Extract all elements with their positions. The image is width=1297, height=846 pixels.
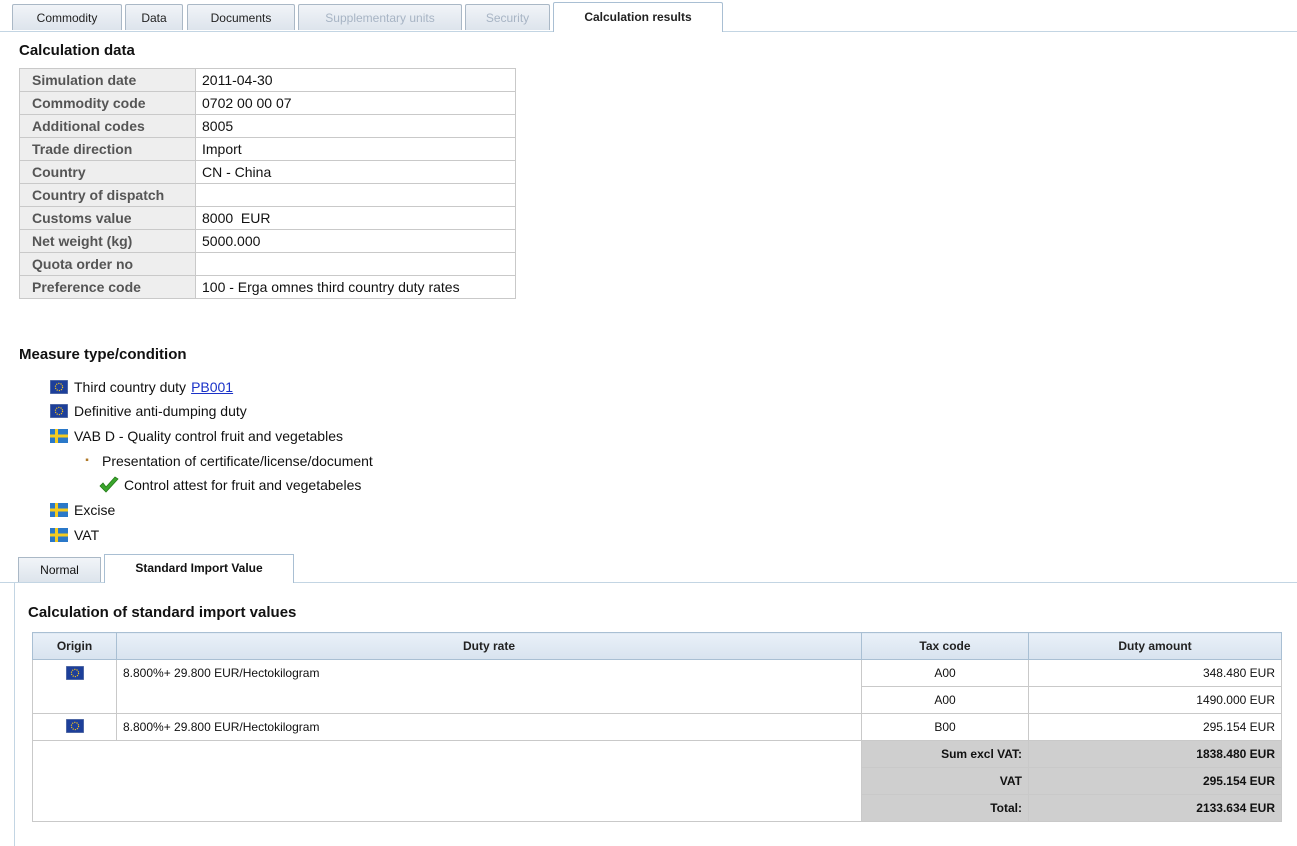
row-value: Import xyxy=(195,137,516,161)
table-row: Commodity code 0702 00 00 07 xyxy=(19,91,516,115)
tab-data[interactable]: Data xyxy=(125,4,183,30)
tax-code-cell: A00 xyxy=(861,686,1029,714)
duty-amount-cell: 348.480 EUR xyxy=(1028,659,1282,687)
totals-spacer xyxy=(32,740,862,822)
row-key: Trade direction xyxy=(19,137,196,161)
calculation-data-heading: Calculation data xyxy=(19,42,135,59)
measure-label: VAT xyxy=(74,527,100,543)
condition-label: Presentation of certificate/license/docu… xyxy=(102,453,373,469)
row-key: Simulation date xyxy=(19,68,196,92)
measure-label: Definitive anti-dumping duty xyxy=(74,403,247,419)
row-value xyxy=(195,183,516,207)
row-key: Preference code xyxy=(19,275,196,299)
standard-import-values-table: Origin Duty rate Tax code Duty amount 8.… xyxy=(32,632,1282,822)
tab-commodity[interactable]: Commodity xyxy=(12,4,122,30)
panel-left-border xyxy=(14,582,15,846)
duty-rate-cell: 8.800%+ 29.800 EUR/Hectokilogram xyxy=(116,713,862,741)
tax-code-cell: B00 xyxy=(861,713,1029,741)
measure-item: Third country duty PB001 xyxy=(50,377,233,397)
row-key: Net weight (kg) xyxy=(19,229,196,253)
main-tab-bar: Commodity Data Documents Supplementary u… xyxy=(0,0,1297,32)
table-row: Preference code 100 - Erga omnes third co… xyxy=(19,275,516,299)
origin-cell xyxy=(32,713,117,741)
eu-flag-icon xyxy=(50,380,68,394)
measure-item: VAB D - Quality control fruit and vegeta… xyxy=(50,426,343,446)
measure-heading: Measure type/condition xyxy=(19,346,187,363)
tab-calculation-results[interactable]: Calculation results xyxy=(553,2,723,32)
totals-row: Sum excl VAT: 1838.480 EUR xyxy=(32,740,1282,822)
table-header-row: Origin Duty rate Tax code Duty amount xyxy=(32,632,1282,660)
sweden-flag-icon xyxy=(50,503,68,517)
row-value: 8005 xyxy=(195,114,516,138)
row-value: CN - China xyxy=(195,160,516,184)
column-header-duty-amount: Duty amount xyxy=(1028,632,1282,660)
duty-amount-cell: 295.154 EUR xyxy=(1028,713,1282,741)
table-row: 8.800%+ 29.800 EUR/Hectokilogram A00 348… xyxy=(32,659,1282,714)
row-key: Quota order no xyxy=(19,252,196,276)
tab-documents[interactable]: Documents xyxy=(187,4,295,30)
table-row: Country CN - China xyxy=(19,160,516,184)
tab-normal[interactable]: Normal xyxy=(18,557,101,582)
condition-result-label: Control attest for fruit and vegetabeles xyxy=(124,477,362,493)
table-row: Trade direction Import xyxy=(19,137,516,161)
row-key: Country xyxy=(19,160,196,184)
calculation-data-table: Simulation date 2011-04-30 Commodity code… xyxy=(19,68,516,299)
total-value: 2133.634 EUR xyxy=(1028,794,1282,822)
sweden-flag-icon xyxy=(50,429,68,443)
row-key: Country of dispatch xyxy=(19,183,196,207)
tax-code-cell: A00 xyxy=(861,659,1029,687)
row-key: Commodity code xyxy=(19,91,196,115)
eu-flag-icon xyxy=(65,718,84,733)
measure-label: Third country duty xyxy=(74,379,187,395)
row-value xyxy=(195,252,516,276)
vat-value: 295.154 EUR xyxy=(1028,767,1282,795)
tab-security[interactable]: Security xyxy=(465,4,550,30)
measure-item: Excise xyxy=(50,500,115,520)
table-row: Country of dispatch xyxy=(19,183,516,207)
results-heading: Calculation of standard import values xyxy=(28,604,297,621)
row-key: Additional codes xyxy=(19,114,196,138)
sub-tab-bar: Normal Standard Import Value xyxy=(0,553,1297,583)
measure-item: Definitive anti-dumping duty xyxy=(50,401,247,421)
column-header-origin: Origin xyxy=(32,632,117,660)
table-row: Net weight (kg) 5000.000 xyxy=(19,229,516,253)
measure-condition-result: Control attest for fruit and vegetabeles xyxy=(98,475,361,495)
vat-label: VAT xyxy=(861,767,1029,795)
measure-label: Excise xyxy=(74,502,116,518)
table-row: 8.800%+ 29.800 EUR/Hectokilogram B00 295… xyxy=(32,713,1282,741)
eu-flag-icon xyxy=(50,404,68,418)
eu-flag-icon xyxy=(65,666,84,680)
tab-standard-import-value[interactable]: Standard Import Value xyxy=(104,554,294,583)
sum-excl-vat-value: 1838.480 EUR xyxy=(1028,740,1282,768)
table-row: Additional codes 8005 xyxy=(19,114,516,138)
table-row: Simulation date 2011-04-30 xyxy=(19,68,516,92)
row-value: 5000.000 xyxy=(195,229,516,253)
measure-label: VAB D - Quality control fruit and vegeta… xyxy=(74,428,343,444)
origin-cell xyxy=(32,659,117,714)
row-value: 0702 00 00 07 xyxy=(195,91,516,115)
measure-condition: ▪ Presentation of certificate/license/do… xyxy=(80,451,373,471)
row-value: 8000 EUR xyxy=(195,206,516,230)
sweden-flag-icon xyxy=(50,528,68,542)
duty-rate-cell: 8.800%+ 29.800 EUR/Hectokilogram xyxy=(116,659,862,714)
pb001-link[interactable]: PB001 xyxy=(191,377,233,397)
tab-supplementary-units[interactable]: Supplementary units xyxy=(298,4,462,30)
sum-excl-vat-label: Sum excl VAT: xyxy=(861,740,1029,768)
table-row: Customs value 8000 EUR xyxy=(19,206,516,230)
checkmark-icon xyxy=(98,476,120,494)
row-value: 2011-04-30 xyxy=(195,68,516,92)
row-value: 100 - Erga omnes third country duty rate… xyxy=(195,275,516,299)
column-header-tax-code: Tax code xyxy=(861,632,1029,660)
column-header-duty-rate: Duty rate xyxy=(116,632,862,660)
measure-item: VAT xyxy=(50,525,99,545)
table-row: Quota order no xyxy=(19,252,516,276)
row-key: Customs value xyxy=(19,206,196,230)
duty-amount-cell: 1490.000 EUR xyxy=(1028,686,1282,714)
total-label: Total: xyxy=(861,794,1029,822)
bullet-icon: ▪ xyxy=(85,455,89,466)
